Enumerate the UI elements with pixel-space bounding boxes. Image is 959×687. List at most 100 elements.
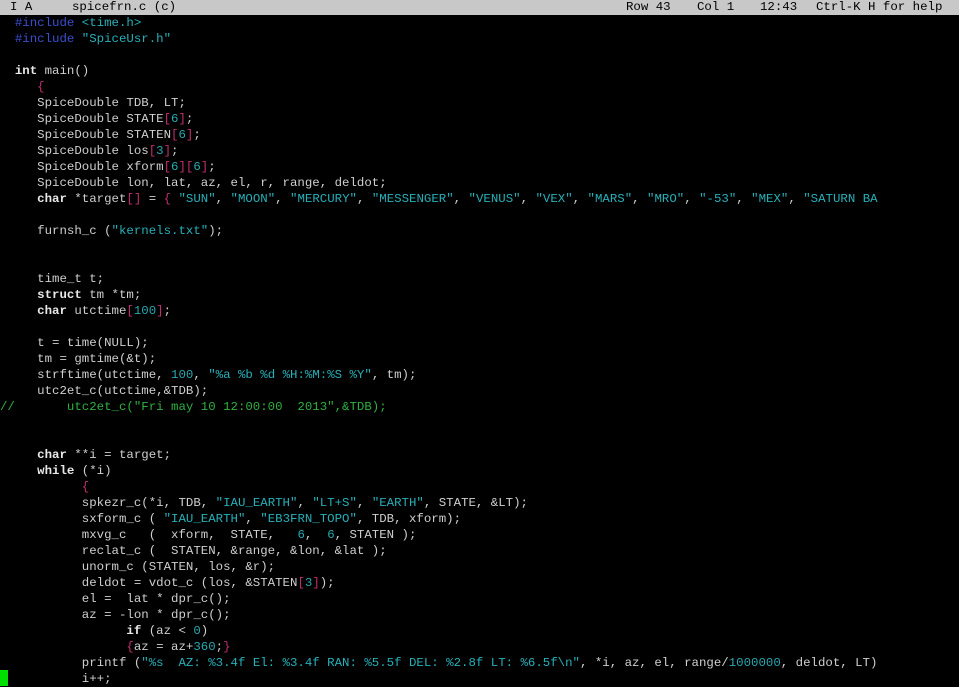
code-token: utctime <box>66 304 127 318</box>
code-token: "IAU_EARTH" <box>215 496 298 510</box>
code-token: , <box>453 192 469 206</box>
help-hint: Ctrl-K H for help <box>816 0 943 14</box>
code-token: tm = gmtime(&t); <box>0 352 157 366</box>
code-line[interactable]: printf ("%s AZ: %3.4f El: %3.4f RAN: %5.… <box>0 655 959 671</box>
code-token: { <box>163 192 172 206</box>
code-line[interactable]: struct tm *tm; <box>0 287 959 303</box>
code-token: , <box>736 192 752 206</box>
code-token: unorm_c (STATEN, los, &r); <box>0 560 276 574</box>
code-token: char <box>0 192 67 206</box>
code-line[interactable]: { <box>0 479 959 495</box>
code-line[interactable]: char *target[] = { "SUN", "MOON", "MERCU… <box>0 191 959 207</box>
code-line[interactable]: SpiceDouble xform[6][6]; <box>0 159 959 175</box>
code-line[interactable]: SpiceDouble STATE[6]; <box>0 111 959 127</box>
code-line[interactable]: char **i = target; <box>0 447 959 463</box>
code-token: SpiceDouble TDB, LT; <box>0 96 186 110</box>
code-token: "SUN" <box>178 192 216 206</box>
code-token: main() <box>37 64 90 78</box>
code-token: "LT+S" <box>312 496 357 510</box>
code-editor[interactable]: #include <time.h> #include "SpiceUsr.h" … <box>0 15 959 687</box>
code-line[interactable] <box>0 47 959 63</box>
code-token: 100 <box>171 368 194 382</box>
code-token: "MEX" <box>751 192 789 206</box>
code-token: "MARS" <box>587 192 633 206</box>
code-token: , <box>632 192 648 206</box>
code-line[interactable]: reclat_c ( STATEN, &range, &lon, &lat ); <box>0 543 959 559</box>
code-line[interactable]: mxvg_c ( xform, STATE, 6, 6, STATEN ); <box>0 527 959 543</box>
code-token: [] <box>126 192 142 206</box>
code-token: "EB3FRN_TOPO" <box>260 512 357 526</box>
code-token: furnsh_c ( <box>0 224 112 238</box>
code-line[interactable]: t = time(NULL); <box>0 335 959 351</box>
code-token: "SpiceUsr.h" <box>81 32 172 46</box>
code-token: = <box>141 192 164 206</box>
code-token: mxvg_c ( xform, STATE, <box>0 528 298 542</box>
code-token: , STATE, &LT); <box>423 496 528 510</box>
code-token: [ <box>126 304 134 318</box>
code-line[interactable]: { <box>0 79 959 95</box>
code-line[interactable]: spkezr_c(*i, TDB, "IAU_EARTH", "LT+S", "… <box>0 495 959 511</box>
code-line[interactable] <box>0 319 959 335</box>
code-line[interactable]: el = lat * dpr_c(); <box>0 591 959 607</box>
code-line[interactable] <box>0 415 959 431</box>
code-token: // utc2et_c("Fri may 10 12:00:00 2013",&… <box>0 400 387 414</box>
code-line[interactable]: az = -lon * dpr_c(); <box>0 607 959 623</box>
code-token: **i = target; <box>66 448 172 462</box>
code-token: "-53" <box>699 192 737 206</box>
code-token: } <box>223 640 231 654</box>
code-token: (az < <box>141 624 194 638</box>
code-token: , <box>356 192 372 206</box>
code-line[interactable]: while (*i) <box>0 463 959 479</box>
code-token: "MOON" <box>230 192 276 206</box>
code-token: char <box>0 448 67 462</box>
code-line[interactable]: tm = gmtime(&t); <box>0 351 959 367</box>
code-token: time_t t; <box>0 272 105 286</box>
code-line[interactable]: SpiceDouble STATEN[6]; <box>0 127 959 143</box>
code-line[interactable]: // utc2et_c("Fri may 10 12:00:00 2013",&… <box>0 399 959 415</box>
code-line[interactable]: char utctime[100]; <box>0 303 959 319</box>
code-token: { <box>0 80 45 94</box>
code-line[interactable]: i++; <box>0 671 959 687</box>
code-token: SpiceDouble STATE <box>0 112 164 126</box>
code-token: ][ <box>178 160 194 174</box>
code-line[interactable]: deldot = vdot_c (los, &STATEN[3]); <box>0 575 959 591</box>
code-token: , <box>356 496 372 510</box>
code-token: SpiceDouble xform <box>0 160 164 174</box>
code-line[interactable]: #include <time.h> <box>0 15 959 31</box>
code-token: int <box>0 64 38 78</box>
code-token: ] <box>163 144 172 158</box>
code-token: az = -lon * dpr_c(); <box>0 608 231 622</box>
code-token: "%a %b %d %H:%M:%S %Y" <box>208 368 372 382</box>
code-line[interactable]: furnsh_c ("kernels.txt"); <box>0 223 959 239</box>
code-token: "MERCURY" <box>290 192 357 206</box>
code-token: strftime(utctime, <box>0 368 172 382</box>
code-line[interactable] <box>0 255 959 271</box>
code-line[interactable]: int main() <box>0 63 959 79</box>
code-line[interactable]: sxform_c ( "IAU_EARTH", "EB3FRN_TOPO", T… <box>0 511 959 527</box>
code-line[interactable]: utc2et_c(utctime,&TDB); <box>0 383 959 399</box>
code-token: printf ( <box>0 656 142 670</box>
code-line[interactable] <box>0 431 959 447</box>
code-token: ] <box>156 304 164 318</box>
code-line[interactable]: strftime(utctime, 100, "%a %b %d %H:%M:%… <box>0 367 959 383</box>
code-line[interactable]: if (az < 0) <box>0 623 959 639</box>
code-line[interactable] <box>0 207 959 223</box>
code-token: ; <box>208 160 216 174</box>
code-token: "kernels.txt" <box>111 224 209 238</box>
code-token: reclat_c ( STATEN, &range, &lon, &lat ); <box>0 544 387 558</box>
code-token: 360 <box>193 640 216 654</box>
code-token: ; <box>163 304 172 318</box>
code-line[interactable]: SpiceDouble los[3]; <box>0 143 959 159</box>
code-line[interactable]: {az = az+360;} <box>0 639 959 655</box>
code-line[interactable] <box>0 239 959 255</box>
code-line[interactable]: SpiceDouble lon, lat, az, el, r, range, … <box>0 175 959 191</box>
code-token: 1000000 <box>728 656 781 670</box>
code-token: (*i) <box>74 464 112 478</box>
code-token: ] <box>312 576 320 590</box>
code-line[interactable]: #include "SpiceUsr.h" <box>0 31 959 47</box>
code-line[interactable]: unorm_c (STATEN, los, &r); <box>0 559 959 575</box>
code-token: ; <box>193 128 201 142</box>
code-line[interactable]: time_t t; <box>0 271 959 287</box>
code-line[interactable]: SpiceDouble TDB, LT; <box>0 95 959 111</box>
code-token: el = lat * dpr_c(); <box>0 592 231 606</box>
